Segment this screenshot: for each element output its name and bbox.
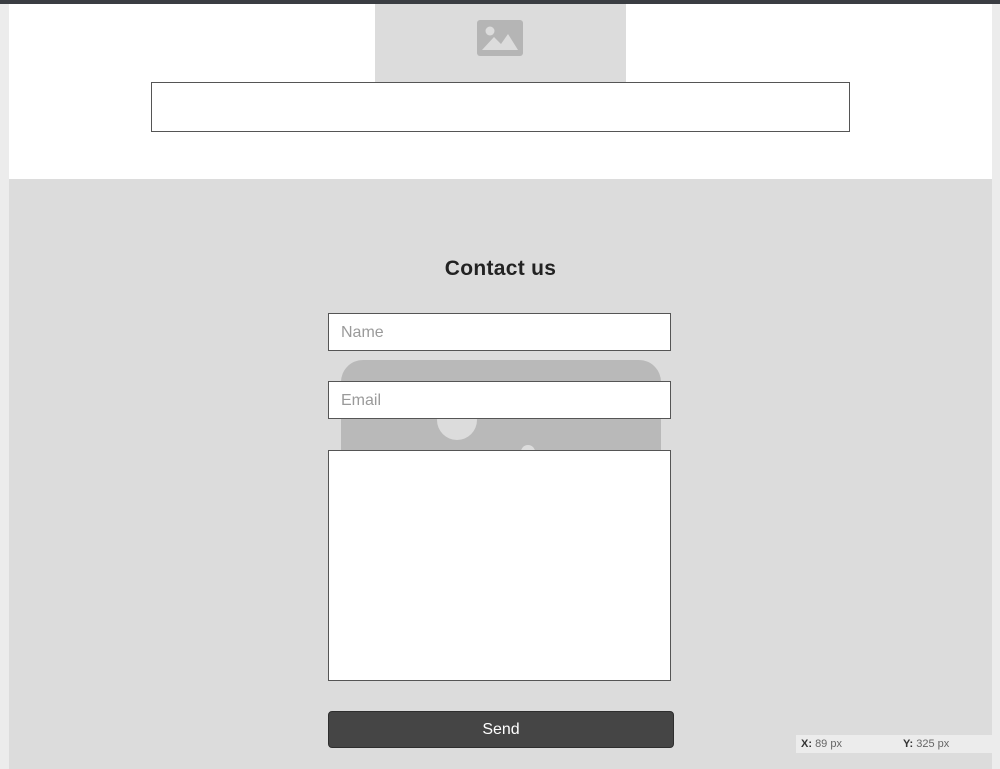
y-coordinate: Y: 325 px <box>903 738 949 750</box>
name-input[interactable]: Name <box>328 313 671 351</box>
hero-image-placeholder[interactable] <box>375 4 626 82</box>
email-placeholder: Email <box>341 392 382 409</box>
x-value: 89 px <box>815 738 842 750</box>
send-button[interactable]: Send <box>328 711 674 748</box>
wireframe-canvas: Contact us Name Email Send <box>9 4 992 769</box>
canvas-right-gutter <box>992 4 1000 769</box>
name-placeholder: Name <box>341 324 384 341</box>
contact-section: Contact us Name Email Send <box>9 179 992 769</box>
x-coordinate: X: 89 px <box>801 738 842 750</box>
y-value: 325 px <box>916 738 950 750</box>
canvas-left-gutter <box>0 4 9 769</box>
coordinate-readout: X: 89 px Y: 325 px <box>796 735 1000 753</box>
x-label: X: <box>801 738 812 750</box>
message-textarea[interactable] <box>328 450 671 681</box>
y-label: Y: <box>903 738 914 750</box>
wide-content-box[interactable] <box>151 82 850 132</box>
email-input[interactable]: Email <box>328 381 671 419</box>
image-icon <box>477 20 523 56</box>
contact-title: Contact us <box>444 257 557 280</box>
